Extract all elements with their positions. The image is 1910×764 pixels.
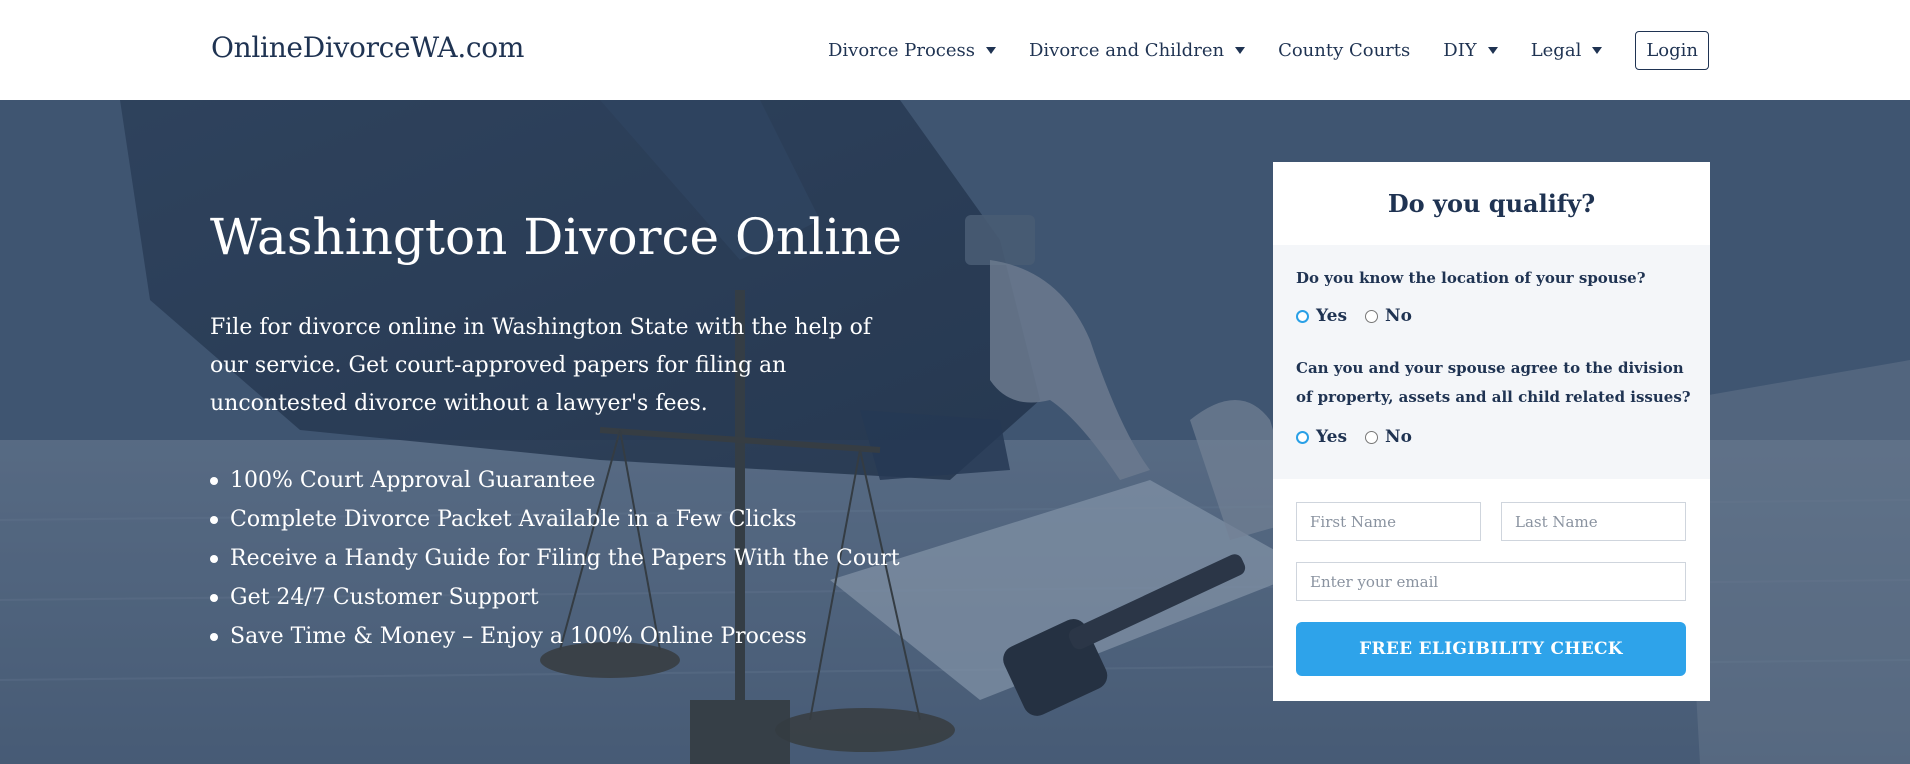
caret-down-icon [985,46,996,54]
feature-text: Get 24/7 Customer Support [230,585,539,610]
radio-group-spouse-location: Yes No [1296,306,1430,326]
form-title: Do you qualify? [1387,189,1596,218]
nav-item-label: Divorce and Children [1028,39,1225,61]
list-item: Save Time & Money – Enjoy a 100% Online … [210,617,900,656]
site-logo[interactable]: OnlineDivorceWA.com [211,31,524,64]
first-name-input[interactable] [1296,502,1481,541]
radio-yes-agreement[interactable]: Yes [1296,427,1347,447]
feature-text: Receive a Handy Guide for Filing the Pap… [230,546,900,571]
caret-down-icon [1592,46,1603,54]
bullet-dot-icon [210,476,218,485]
radio-label: Yes [1316,306,1348,326]
radio-checked-icon [1296,430,1309,444]
radio-yes-spouse-location[interactable]: Yes [1296,306,1347,326]
questions-panel: Do you know the location of your spouse?… [1273,245,1710,479]
nav-item-label: Divorce Process [827,39,975,61]
feature-list: 100% Court Approval Guarantee Complete D… [210,461,900,656]
radio-label: No [1385,427,1412,447]
list-item: 100% Court Approval Guarantee [210,461,900,500]
radio-label: Yes [1316,427,1348,447]
caret-down-icon [1487,46,1498,54]
nav-item-legal[interactable]: Legal [1531,40,1603,61]
login-button[interactable]: Login [1635,30,1709,70]
feature-text: Save Time & Money – Enjoy a 100% Online … [230,624,807,649]
nav-item-divorce-process[interactable]: Divorce Process [828,40,996,61]
hero-title: Washington Divorce Online [210,208,902,266]
radio-group-agreement: Yes No [1296,427,1430,447]
nav-item-label: County Courts [1278,39,1411,61]
radio-no-spouse-location[interactable]: No [1365,306,1412,326]
nav-item-county-courts[interactable]: County Courts [1278,40,1410,61]
qualify-form-card: Do you qualify? Do you know the location… [1273,162,1710,701]
main-nav: Divorce Process Divorce and Children Cou… [828,0,1709,100]
radio-unchecked-icon [1365,309,1379,323]
list-item: Get 24/7 Customer Support [210,578,900,617]
list-item: Receive a Handy Guide for Filing the Pap… [210,539,900,578]
radio-no-agreement[interactable]: No [1365,427,1412,447]
nav-item-divorce-and-children[interactable]: Divorce and Children [1028,39,1246,61]
feature-text: 100% Court Approval Guarantee [230,468,596,493]
hero-description: File for divorce online in Washington St… [210,315,872,416]
bullet-dot-icon [210,554,218,563]
free-eligibility-check-button[interactable]: FREE ELIGIBILITY CHECK [1296,622,1686,676]
question-agreement: Can you and your spouse agree to the div… [1296,359,1691,406]
radio-checked-icon [1296,309,1309,323]
feature-text: Complete Divorce Packet Available in a F… [230,507,797,532]
radio-label: No [1385,306,1412,326]
list-item: Complete Divorce Packet Available in a F… [210,500,900,539]
nav-item-label: Legal [1530,39,1582,61]
question-spouse-location: Do you know the location of your spouse? [1296,269,1646,287]
site-header: OnlineDivorceWA.com Divorce Process Divo… [0,0,1910,100]
bullet-dot-icon [210,593,218,602]
bullet-dot-icon [210,632,218,641]
nav-item-label: DIY [1443,39,1477,61]
bullet-dot-icon [210,515,218,524]
nav-item-diy[interactable]: DIY [1443,39,1498,61]
last-name-input[interactable] [1501,502,1686,541]
email-input[interactable] [1296,562,1686,601]
hero-section: Washington Divorce Online File for divor… [0,100,1910,764]
radio-unchecked-icon [1365,430,1379,444]
caret-down-icon [1235,46,1246,54]
